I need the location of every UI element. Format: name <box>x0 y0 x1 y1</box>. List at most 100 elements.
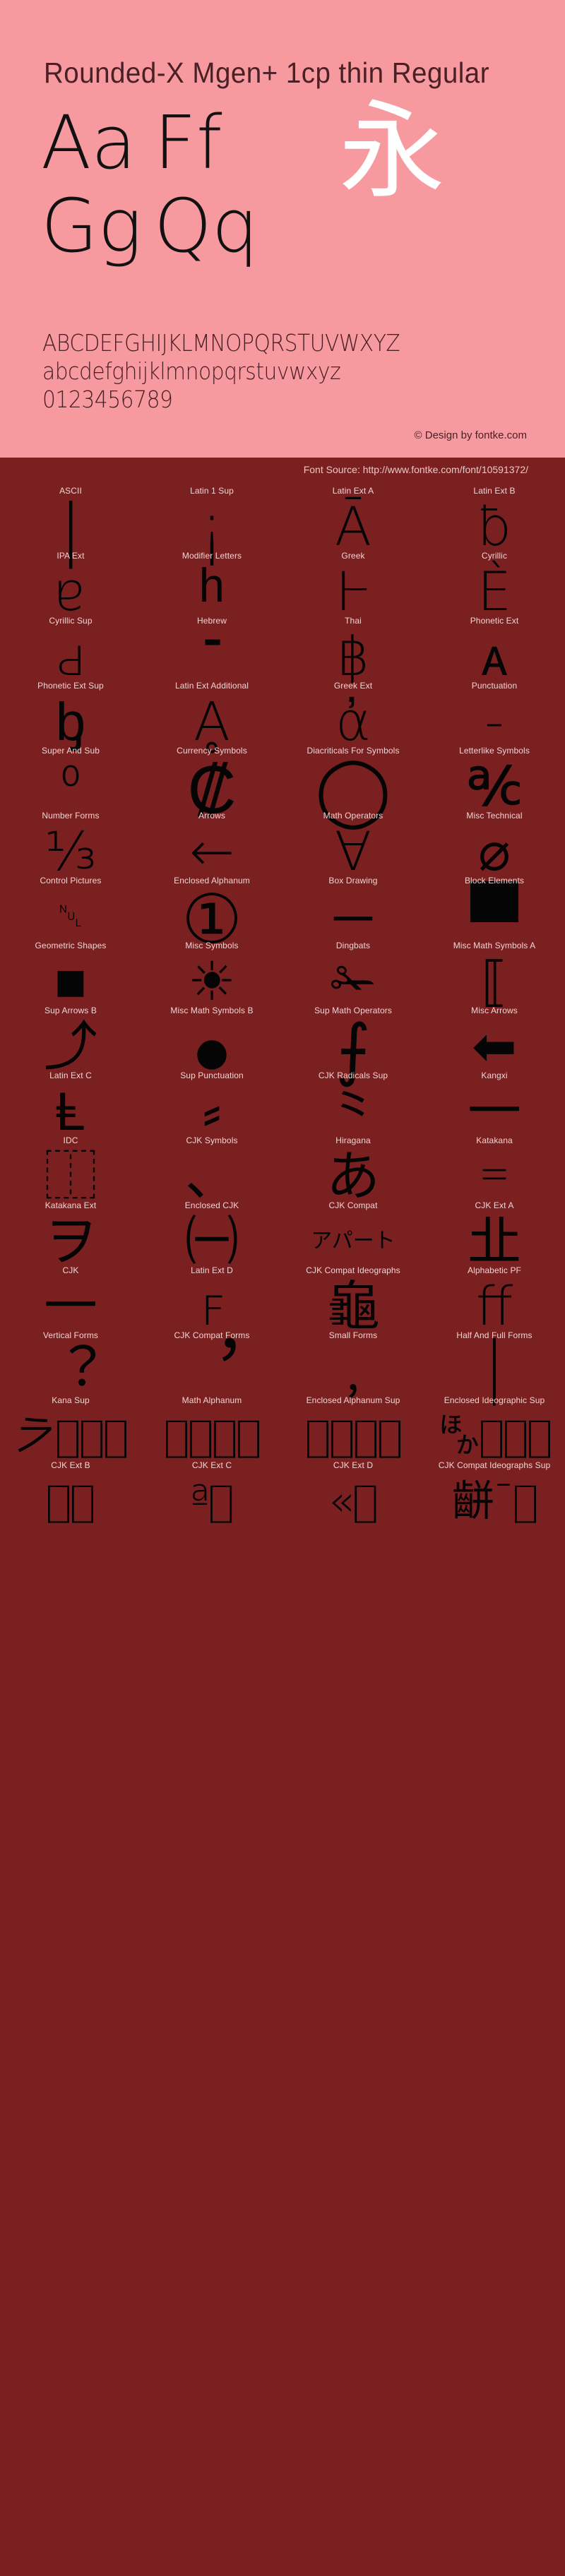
unicode-block-cell[interactable]: Sup Arrows B ⤴ <box>0 1006 141 1071</box>
unicode-block-cell[interactable]: CJK Compat Ideographs 龜 <box>282 1265 424 1330</box>
unicode-block-cell[interactable]: CJK Ext C 𪜀ª􏿽 <box>141 1460 282 1525</box>
unicode-block-sample-glyph: ヲ <box>0 1210 141 1272</box>
unicode-block-cell[interactable]: Misc Math Symbols B ⦁ <box>141 1006 282 1071</box>
unicode-block-cell[interactable]: Block Elements ▀ <box>424 876 565 941</box>
unicode-block-cell[interactable]: CJK Ext D 𫝀«􏿽 <box>282 1460 424 1525</box>
unicode-block-cell[interactable]: Latin Ext Additional Ḁ <box>141 681 282 746</box>
unicode-block-label: Sup Punctuation <box>180 1071 244 1080</box>
unicode-block-cell[interactable]: Hiragana あ <box>282 1135 424 1200</box>
unicode-block-cell[interactable]: Latin Ext Bƀ <box>424 486 565 551</box>
unicode-block-cell[interactable]: CJK Compat Forms ︐ <box>141 1330 282 1395</box>
unicode-block-cell[interactable]: Half And Full Forms ｜ <box>424 1330 565 1395</box>
unicode-block-sample-glyph: 𫝀«􏿽 <box>282 1470 424 1532</box>
unicode-block-cell[interactable]: Enclosed Alphanum Sup 🄀􏿽􏿽􏿽 <box>282 1395 424 1460</box>
sample-glyph-pair-ff: Ff <box>154 106 288 179</box>
unicode-block-cell[interactable]: CJK Symbols、 <box>141 1135 282 1200</box>
unicode-block-sample-glyph: 🄀􏿽􏿽􏿽 <box>282 1405 424 1467</box>
unicode-block-cell[interactable]: Greek Ͱ <box>282 551 424 616</box>
unicode-block-label: CJK Ext D <box>333 1460 373 1470</box>
unicode-block-sample-glyph: ■ <box>0 950 141 1013</box>
unicode-block-label: ASCII <box>59 486 82 496</box>
unicode-block-cell[interactable]: CJK Ext A㐀 <box>424 1200 565 1265</box>
unicode-block-label: Diacriticals For Symbols <box>307 746 399 756</box>
unicode-block-cell[interactable]: Enclosed Ideographic Sup 🈀􏿽􏿽􏿽 <box>424 1395 565 1460</box>
unicode-block-cell[interactable]: Vertical Forms ︖ <box>0 1330 141 1395</box>
unicode-block-cell[interactable]: Letterlike Symbols ℀ <box>424 746 565 811</box>
unicode-block-cell[interactable]: Math Alphanum 𝐀􏿽􏿽􏿽 <box>141 1395 282 1460</box>
unicode-block-cell[interactable]: Latin 1 Sup ¡ <box>141 486 282 551</box>
unicode-block-cell[interactable]: Control Pictures ␀ <box>0 876 141 941</box>
unicode-block-cell[interactable]: Currency Symbols ₡ <box>141 746 282 811</box>
unicode-block-cell[interactable]: IPA Ext ɐ <box>0 551 141 616</box>
unicode-block-cell[interactable]: Phonetic Ext Sup ᶀ <box>0 681 141 746</box>
unicode-block-cell[interactable]: Super And Sub ⁰ <box>0 746 141 811</box>
unicode-block-label: CJK Compat Ideographs <box>306 1265 400 1275</box>
unicode-block-cell[interactable]: Sup Math Operators ⨍ <box>282 1006 424 1071</box>
unicode-block-cell[interactable]: Cyrillic Sup ԁ <box>0 616 141 681</box>
unicode-block-cell[interactable]: Modifier Letters ʰ <box>141 551 282 616</box>
unicode-block-cell[interactable]: Cyrillic Ѐ <box>424 551 565 616</box>
unicode-block-sample-glyph: ㈠ <box>141 1210 282 1272</box>
unicode-block-sample-glyph: 𝐀􏿽􏿽􏿽 <box>141 1405 282 1467</box>
unicode-block-cell[interactable]: Dingbats ✁ <box>282 941 424 1006</box>
unicode-block-cell[interactable]: CJK Ext B 𠀀􏿽􏿽 <box>0 1460 141 1525</box>
unicode-block-cell[interactable]: Enclosed CJK ㈠ <box>141 1200 282 1265</box>
unicode-block-label: Punctuation <box>472 681 517 691</box>
unicode-block-label: Latin 1 Sup <box>190 486 234 496</box>
unicode-block-cell[interactable]: CJK Compat Ideographs Sup 𪘀¯􏿽 <box>424 1460 565 1525</box>
unicode-block-label: Half And Full Forms <box>456 1330 532 1340</box>
unicode-block-cell[interactable]: Katakana ゠ <box>424 1135 565 1200</box>
unicode-block-sample-glyph: ␀ <box>0 886 141 948</box>
unicode-block-cell[interactable]: Enclosed Alphanum ① <box>141 876 282 941</box>
alphabet-digits: 0123456789 <box>42 386 400 414</box>
unicode-block-cell[interactable]: Thai ฿ <box>282 616 424 681</box>
unicode-block-cell[interactable]: Misc Symbols ☀ <box>141 941 282 1006</box>
unicode-block-cell[interactable]: Kana Sup 𛀀􏿽􏿽􏿽 <box>0 1395 141 1460</box>
unicode-block-label: Currency Symbols <box>177 746 247 756</box>
unicode-block-label: Enclosed Alphanum Sup <box>307 1395 400 1405</box>
unicode-block-label: Cyrillic Sup <box>49 616 92 626</box>
unicode-block-cell[interactable]: Box Drawing ─ <box>282 876 424 941</box>
unicode-block-cell[interactable]: Sup Punctuation ⸗ <box>141 1071 282 1135</box>
unicode-block-cell[interactable]: Small Forms ﹐ <box>282 1330 424 1395</box>
unicode-block-cell[interactable]: Kangxi 一 <box>424 1071 565 1135</box>
unicode-block-sample-glyph: アパート <box>282 1210 424 1272</box>
unicode-block-cell[interactable]: Misc Technical ⌀ <box>424 811 565 876</box>
unicode-block-sample-glyph: ─ <box>282 886 424 948</box>
unicode-block-sample-glyph: 、 <box>141 1145 282 1208</box>
unicode-block-cell[interactable]: Math Operators ∀ <box>282 811 424 876</box>
unicode-block-cell[interactable]: Diacriticals For Symbols ◯ <box>282 746 424 811</box>
unicode-block-sample-glyph: 𛀀􏿽􏿽􏿽 <box>0 1405 141 1467</box>
unicode-block-cell[interactable]: CJK Compat アパート <box>282 1200 424 1265</box>
unicode-block-cell[interactable]: Greek Ext ἀ <box>282 681 424 746</box>
unicode-block-cell[interactable]: Latin Ext Dꜰ <box>141 1265 282 1330</box>
unicode-block-label: Control Pictures <box>40 876 102 886</box>
unicode-block-cell[interactable]: Punctuation ‐ <box>424 681 565 746</box>
unicode-block-cell[interactable]: IDC ⿰ <box>0 1135 141 1200</box>
unicode-block-label: CJK <box>63 1265 79 1275</box>
unicode-block-cell[interactable]: Alphabetic PF ﬀ <box>424 1265 565 1330</box>
unicode-block-cell[interactable]: Number Forms ⅓ <box>0 811 141 876</box>
unicode-block-cell[interactable]: Phonetic Ext ᴀ <box>424 616 565 681</box>
unicode-block-label: Alphabetic PF <box>468 1265 521 1275</box>
unicode-block-cell[interactable]: Hebrew ־ <box>141 616 282 681</box>
unicode-block-cell[interactable]: CJK 一 <box>0 1265 141 1330</box>
alphabet-uppercase: ABCDEFGHIJKLMNOPQRSTUVWXYZ <box>42 329 400 357</box>
unicode-block-label: Hiragana <box>335 1135 371 1145</box>
font-source-bar: Font Source: http://www.fontke.com/font/… <box>0 458 565 486</box>
unicode-block-label: Thai <box>345 616 362 626</box>
unicode-block-sample-glyph: ∀ <box>282 821 424 883</box>
unicode-block-cell[interactable]: Misc Math Symbols A ⟦ <box>424 941 565 1006</box>
unicode-block-cell[interactable]: CJK Radicals Sup ⺀ <box>282 1071 424 1135</box>
unicode-block-cell[interactable]: Katakana Ext ヲ <box>0 1200 141 1265</box>
font-source-link[interactable]: Font Source: http://www.fontke.com/font/… <box>304 464 528 475</box>
unicode-block-sample-glyph: ꜰ <box>141 1275 282 1337</box>
unicode-block-cell[interactable]: Latin Ext CⱠ <box>0 1071 141 1135</box>
unicode-block-cell[interactable]: Misc Arrows ⬅ <box>424 1006 565 1071</box>
unicode-block-sample-glyph: ゠ <box>424 1145 565 1208</box>
unicode-block-cell[interactable]: ASCII | <box>0 486 141 551</box>
unicode-block-label: Enclosed CJK <box>185 1200 239 1210</box>
unicode-block-cell[interactable]: Arrows ← <box>141 811 282 876</box>
unicode-block-cell[interactable]: Geometric Shapes ■ <box>0 941 141 1006</box>
unicode-block-cell[interactable]: Latin Ext AĀ <box>282 486 424 551</box>
